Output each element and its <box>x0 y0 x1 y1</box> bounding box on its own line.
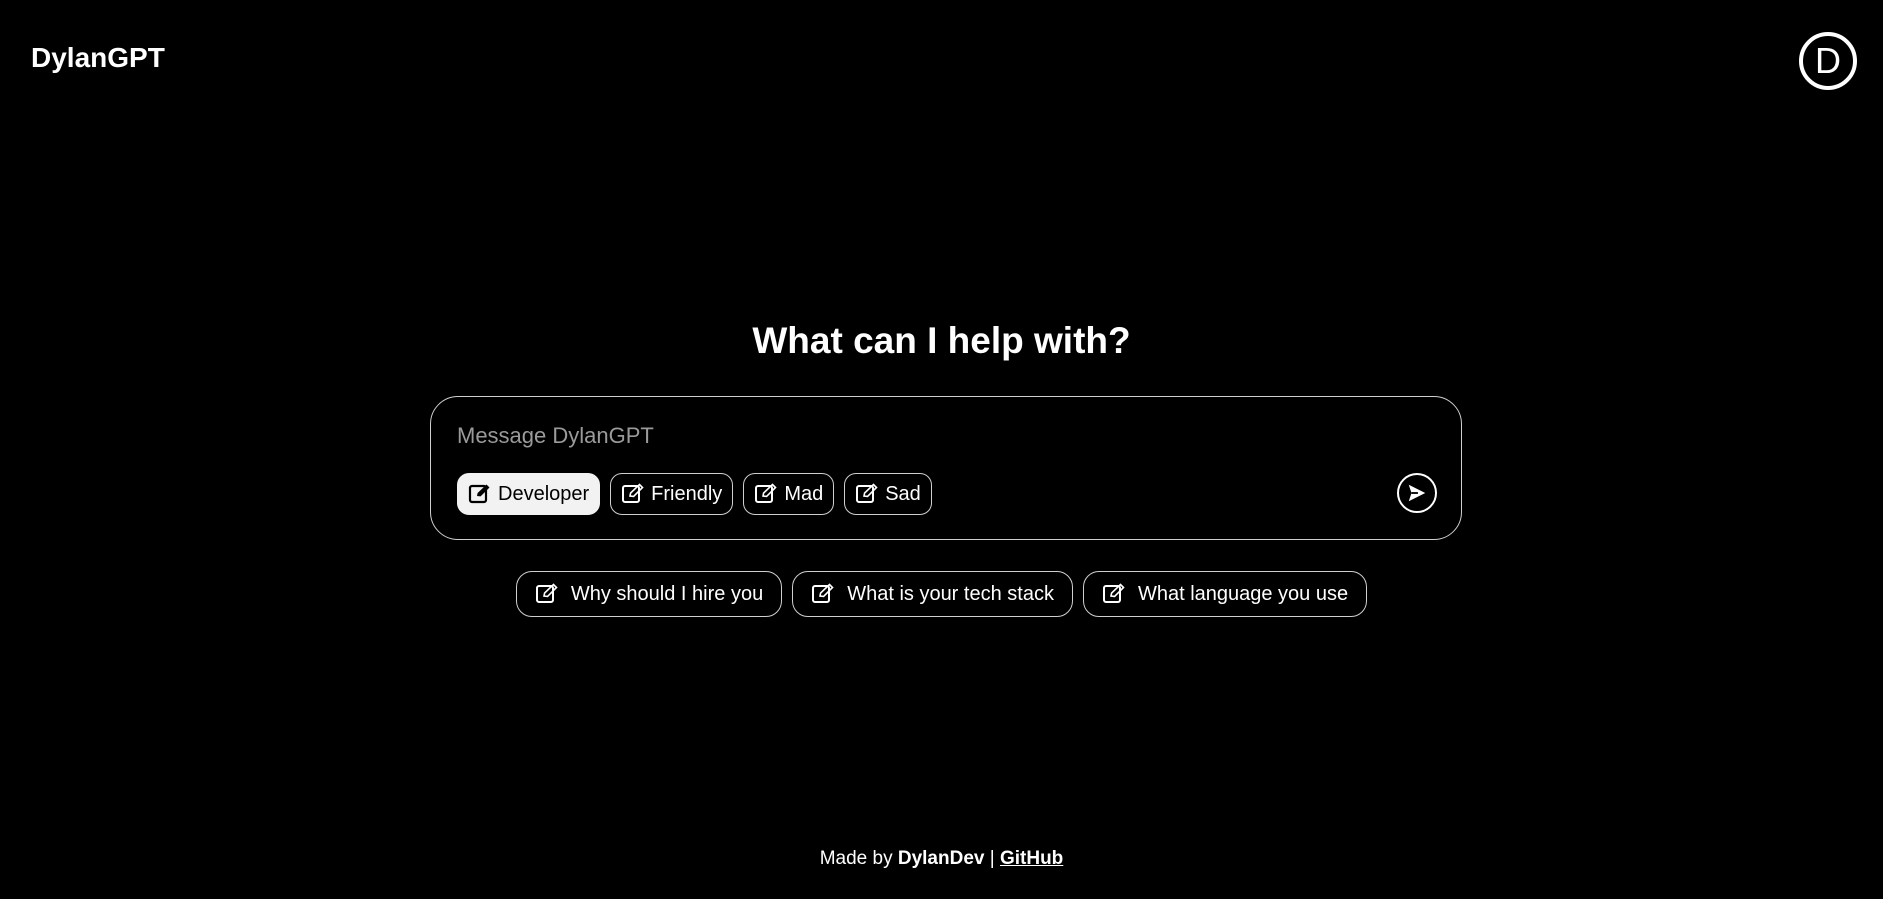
mode-chip-sad[interactable]: Sad <box>844 473 932 515</box>
mode-chip-label: Friendly <box>651 482 723 505</box>
send-arrow-icon <box>1406 482 1428 504</box>
mode-chip-friendly[interactable]: Friendly <box>610 473 734 515</box>
github-link[interactable]: GitHub <box>1000 848 1063 869</box>
send-button[interactable] <box>1397 473 1437 513</box>
suggestion-tech-stack[interactable]: What is your tech stack <box>792 571 1073 617</box>
footer-prefix: Made by <box>819 848 893 869</box>
mode-chip-label: Developer <box>498 482 590 505</box>
footer-separator: | <box>989 848 995 869</box>
message-input[interactable] <box>457 419 1397 453</box>
edit-icon <box>621 482 645 506</box>
mode-chip-label: Mad <box>784 482 824 505</box>
suggestion-hire[interactable]: Why should I hire you <box>515 571 783 617</box>
footer: Made by DylanDev | GitHub <box>0 848 1883 870</box>
edit-icon <box>754 482 778 506</box>
suggestion-label: What is your tech stack <box>847 582 1054 605</box>
message-composer: Developer Friendly Mad <box>430 396 1462 540</box>
page-title: What can I help with? <box>752 320 1131 361</box>
mode-chip-mad[interactable]: Mad <box>743 473 835 515</box>
footer-author: DylanDev <box>897 848 985 869</box>
mode-selector: Developer Friendly Mad Sad <box>457 473 932 515</box>
suggestion-label: Why should I hire you <box>570 582 764 605</box>
suggestion-list: Why should I hire you What is your tech … <box>0 571 1883 617</box>
mode-chip-label: Sad <box>885 482 921 505</box>
edit-icon <box>811 582 835 606</box>
edit-icon <box>855 482 879 506</box>
suggestion-language[interactable]: What language you use <box>1082 571 1368 617</box>
mode-chip-developer[interactable]: Developer <box>457 473 601 515</box>
suggestion-label: What language you use <box>1137 582 1349 605</box>
edit-icon <box>1102 582 1126 606</box>
user-avatar[interactable]: D <box>1799 32 1857 90</box>
edit-icon <box>535 582 559 606</box>
brand-title[interactable]: DylanGPT <box>31 42 165 74</box>
edit-icon <box>468 482 492 506</box>
